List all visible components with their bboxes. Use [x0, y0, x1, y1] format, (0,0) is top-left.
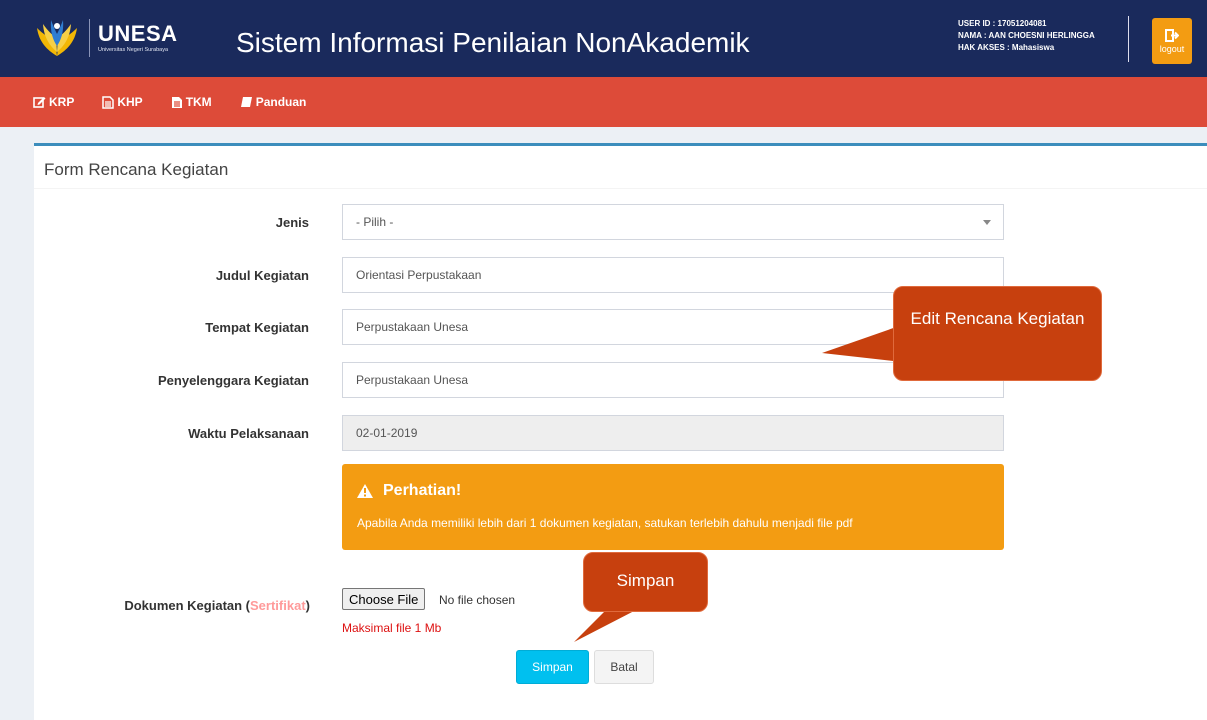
edit-callout: Edit Rencana Kegiatan [893, 286, 1102, 381]
simpan-callout: Simpan [583, 552, 708, 612]
edit-callout-pointer [822, 325, 902, 362]
simpan-callout-pointer [574, 608, 640, 642]
